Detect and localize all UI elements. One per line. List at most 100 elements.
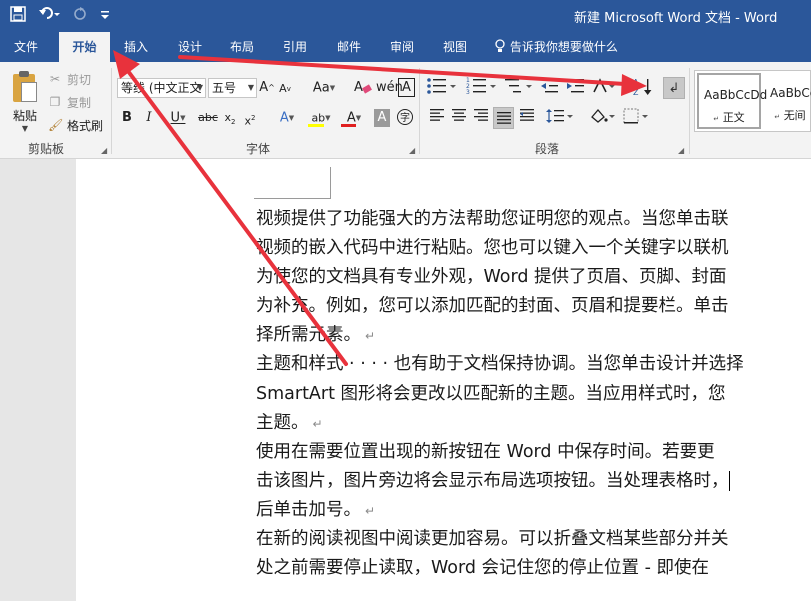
group-divider bbox=[689, 68, 690, 154]
text-line: 择所需元素。 ↵ bbox=[256, 325, 376, 346]
shading-icon[interactable] bbox=[588, 107, 616, 129]
decrease-indent-icon[interactable] bbox=[538, 76, 560, 98]
copy-icon: ❐ bbox=[49, 95, 61, 109]
cut-button[interactable]: ✂ 剪切 bbox=[48, 69, 91, 89]
italic-icon[interactable]: I bbox=[142, 107, 156, 129]
grow-font-icon[interactable]: A^ bbox=[259, 77, 275, 99]
style-no-spacing[interactable]: AaBbCcDd ↵ 无间 bbox=[765, 73, 811, 129]
chinese-layout-icon[interactable] bbox=[592, 76, 618, 98]
align-left-icon[interactable] bbox=[428, 107, 446, 129]
ribbon-tabs: 文件 开始 插入 设计 布局 引用 邮件 审阅 视图 告诉我你想要做什么 bbox=[0, 32, 811, 62]
tab-design[interactable]: 设计 bbox=[170, 32, 210, 62]
lightbulb-icon bbox=[494, 39, 510, 54]
paste-label: 粘贴 bbox=[12, 109, 37, 123]
margin-corner-mark bbox=[254, 167, 331, 199]
svg-text:A: A bbox=[633, 78, 639, 87]
text-line: 视频的嵌入代码中进行粘贴。您也可以键入一个关键字以联机 bbox=[256, 238, 729, 259]
tab-references[interactable]: 引用 bbox=[275, 32, 315, 62]
phonetic-guide-icon[interactable]: wén bbox=[376, 77, 403, 99]
text-line: 使用在需要位置出现的新按钮在 Word 中保存时间。若要更 bbox=[256, 441, 715, 462]
svg-text:字: 字 bbox=[400, 111, 410, 124]
redo-icon[interactable] bbox=[72, 6, 88, 28]
text-line: 为使您的文档具有专业外观，Word 提供了页眉、页脚、封面 bbox=[256, 267, 727, 288]
shrink-font-icon[interactable]: Av bbox=[278, 78, 292, 100]
style-normal[interactable]: AaBbCcDd ↵ 正文 bbox=[697, 73, 767, 129]
tab-layout[interactable]: 布局 bbox=[222, 32, 262, 62]
paragraph-mark: ↵ bbox=[365, 329, 376, 344]
group-divider bbox=[419, 68, 420, 154]
line-spacing-icon[interactable] bbox=[546, 107, 574, 129]
tell-me-search[interactable]: 告诉我你想要做什么 bbox=[494, 32, 618, 62]
save-icon[interactable] bbox=[10, 6, 26, 28]
character-shading-icon[interactable]: A bbox=[374, 109, 390, 127]
bullets-icon[interactable] bbox=[426, 76, 458, 98]
tab-insert[interactable]: 插入 bbox=[116, 32, 156, 62]
style-name: ↵ 无间 bbox=[774, 109, 806, 122]
tab-mailings[interactable]: 邮件 bbox=[329, 32, 369, 62]
font-name-value: 等线 (中文正文 bbox=[121, 81, 202, 95]
document-body[interactable]: 视频提供了功能强大的方法帮助您证明您的观点。当您单击联 视频的嵌入代码中进行粘贴… bbox=[256, 205, 811, 583]
subscript-icon[interactable]: x2 bbox=[222, 107, 238, 129]
paragraph-group-label: 段落 bbox=[535, 142, 560, 156]
character-border-icon[interactable]: A bbox=[398, 78, 415, 97]
superscript-icon[interactable]: x2 bbox=[242, 107, 258, 129]
clipboard-group-label: 剪贴板 bbox=[28, 142, 65, 156]
svg-text:A: A bbox=[354, 80, 363, 95]
strikethrough-icon[interactable]: abc bbox=[198, 107, 218, 129]
justify-icon[interactable] bbox=[493, 107, 514, 129]
clipboard-launcher-icon[interactable]: ◢ bbox=[101, 146, 107, 155]
font-size-combo[interactable]: 五号 ▼ bbox=[208, 78, 257, 98]
tab-review[interactable]: 审阅 bbox=[382, 32, 422, 62]
bold-icon[interactable]: B bbox=[120, 107, 134, 129]
scissors-icon: ✂ bbox=[49, 72, 61, 86]
tab-view[interactable]: 视图 bbox=[435, 32, 475, 62]
font-color-icon[interactable]: A▼ bbox=[340, 107, 368, 129]
sort-icon[interactable]: AZ bbox=[632, 76, 654, 98]
style-sample: AaBbCcDd bbox=[704, 88, 768, 102]
text-line: 击该图片，图片旁边将会显示布局选项按钮。当处理表格时， bbox=[256, 470, 730, 491]
cut-label: 剪切 bbox=[67, 72, 92, 87]
ribbon-home: 粘贴 ▼ ✂ 剪切 ❐ 复制 🖌 格式刷 剪贴板 ◢ 等线 (中文正文 ▼ 五号… bbox=[0, 62, 811, 159]
text-line: 主题。 ↵ bbox=[256, 412, 323, 433]
window-title: 新建 Microsoft Word 文档 - Word bbox=[574, 11, 778, 26]
underline-icon[interactable]: U▼ bbox=[164, 107, 192, 129]
paragraph-launcher-icon[interactable]: ◢ bbox=[678, 146, 684, 155]
style-sample: AaBbCcDd bbox=[770, 86, 811, 100]
document-page[interactable]: 视频提供了功能强大的方法帮助您证明您的观点。当您单击联 视频的嵌入代码中进行粘贴… bbox=[76, 159, 811, 601]
format-painter-label: 格式刷 bbox=[67, 118, 104, 133]
tab-file[interactable]: 文件 bbox=[6, 32, 46, 62]
chevron-down-icon: ▼ bbox=[196, 83, 203, 92]
format-painter-button[interactable]: 🖌 格式刷 bbox=[48, 115, 103, 135]
increase-indent-icon[interactable] bbox=[564, 76, 586, 98]
brush-icon: 🖌 bbox=[48, 118, 64, 132]
align-center-icon[interactable] bbox=[450, 107, 468, 129]
paste-button[interactable]: 粘贴 ▼ bbox=[8, 70, 42, 133]
align-right-icon[interactable] bbox=[472, 107, 490, 129]
numbering-icon[interactable]: 123 bbox=[466, 76, 498, 98]
styles-gallery: AaBbCcDd ↵ 正文 AaBbCcDd ↵ 无间 bbox=[694, 70, 811, 132]
borders-icon[interactable] bbox=[622, 107, 650, 129]
paste-dropdown-icon[interactable]: ▼ bbox=[8, 124, 42, 133]
highlight-color-icon[interactable]: ab▼ bbox=[306, 107, 336, 129]
text-line: 处之前需要停止读取，Word 会记住您的停止位置 - 即使在 bbox=[256, 558, 709, 579]
customize-qat-icon[interactable] bbox=[100, 6, 110, 28]
text-line: 在新的阅读视图中阅读更加容易。可以折叠文档某些部分并关 bbox=[256, 529, 729, 550]
tell-me-label: 告诉我你想要做什么 bbox=[509, 40, 618, 54]
multilevel-list-icon[interactable] bbox=[504, 76, 534, 98]
text-effects-icon[interactable]: A▼ bbox=[272, 107, 302, 129]
font-name-combo[interactable]: 等线 (中文正文 ▼ bbox=[117, 78, 206, 98]
enclose-characters-icon[interactable]: 字 bbox=[396, 108, 414, 130]
undo-icon[interactable] bbox=[38, 6, 60, 28]
clear-formatting-icon[interactable]: A bbox=[354, 77, 372, 99]
text-line: 后单击加号。 ↵ bbox=[256, 499, 376, 520]
paste-icon bbox=[11, 70, 39, 104]
tab-home[interactable]: 开始 bbox=[59, 32, 110, 62]
show-paragraph-marks-icon[interactable]: ↲ bbox=[663, 77, 685, 99]
distributed-icon[interactable] bbox=[518, 107, 536, 129]
font-launcher-icon[interactable]: ◢ bbox=[409, 146, 415, 155]
style-name: ↵ 正文 bbox=[713, 111, 745, 124]
paragraph-mark: ↵ bbox=[312, 416, 323, 431]
change-case-icon[interactable]: Aa▼ bbox=[310, 77, 338, 99]
copy-button[interactable]: ❐ 复制 bbox=[48, 92, 91, 112]
quick-access-toolbar bbox=[10, 6, 110, 28]
